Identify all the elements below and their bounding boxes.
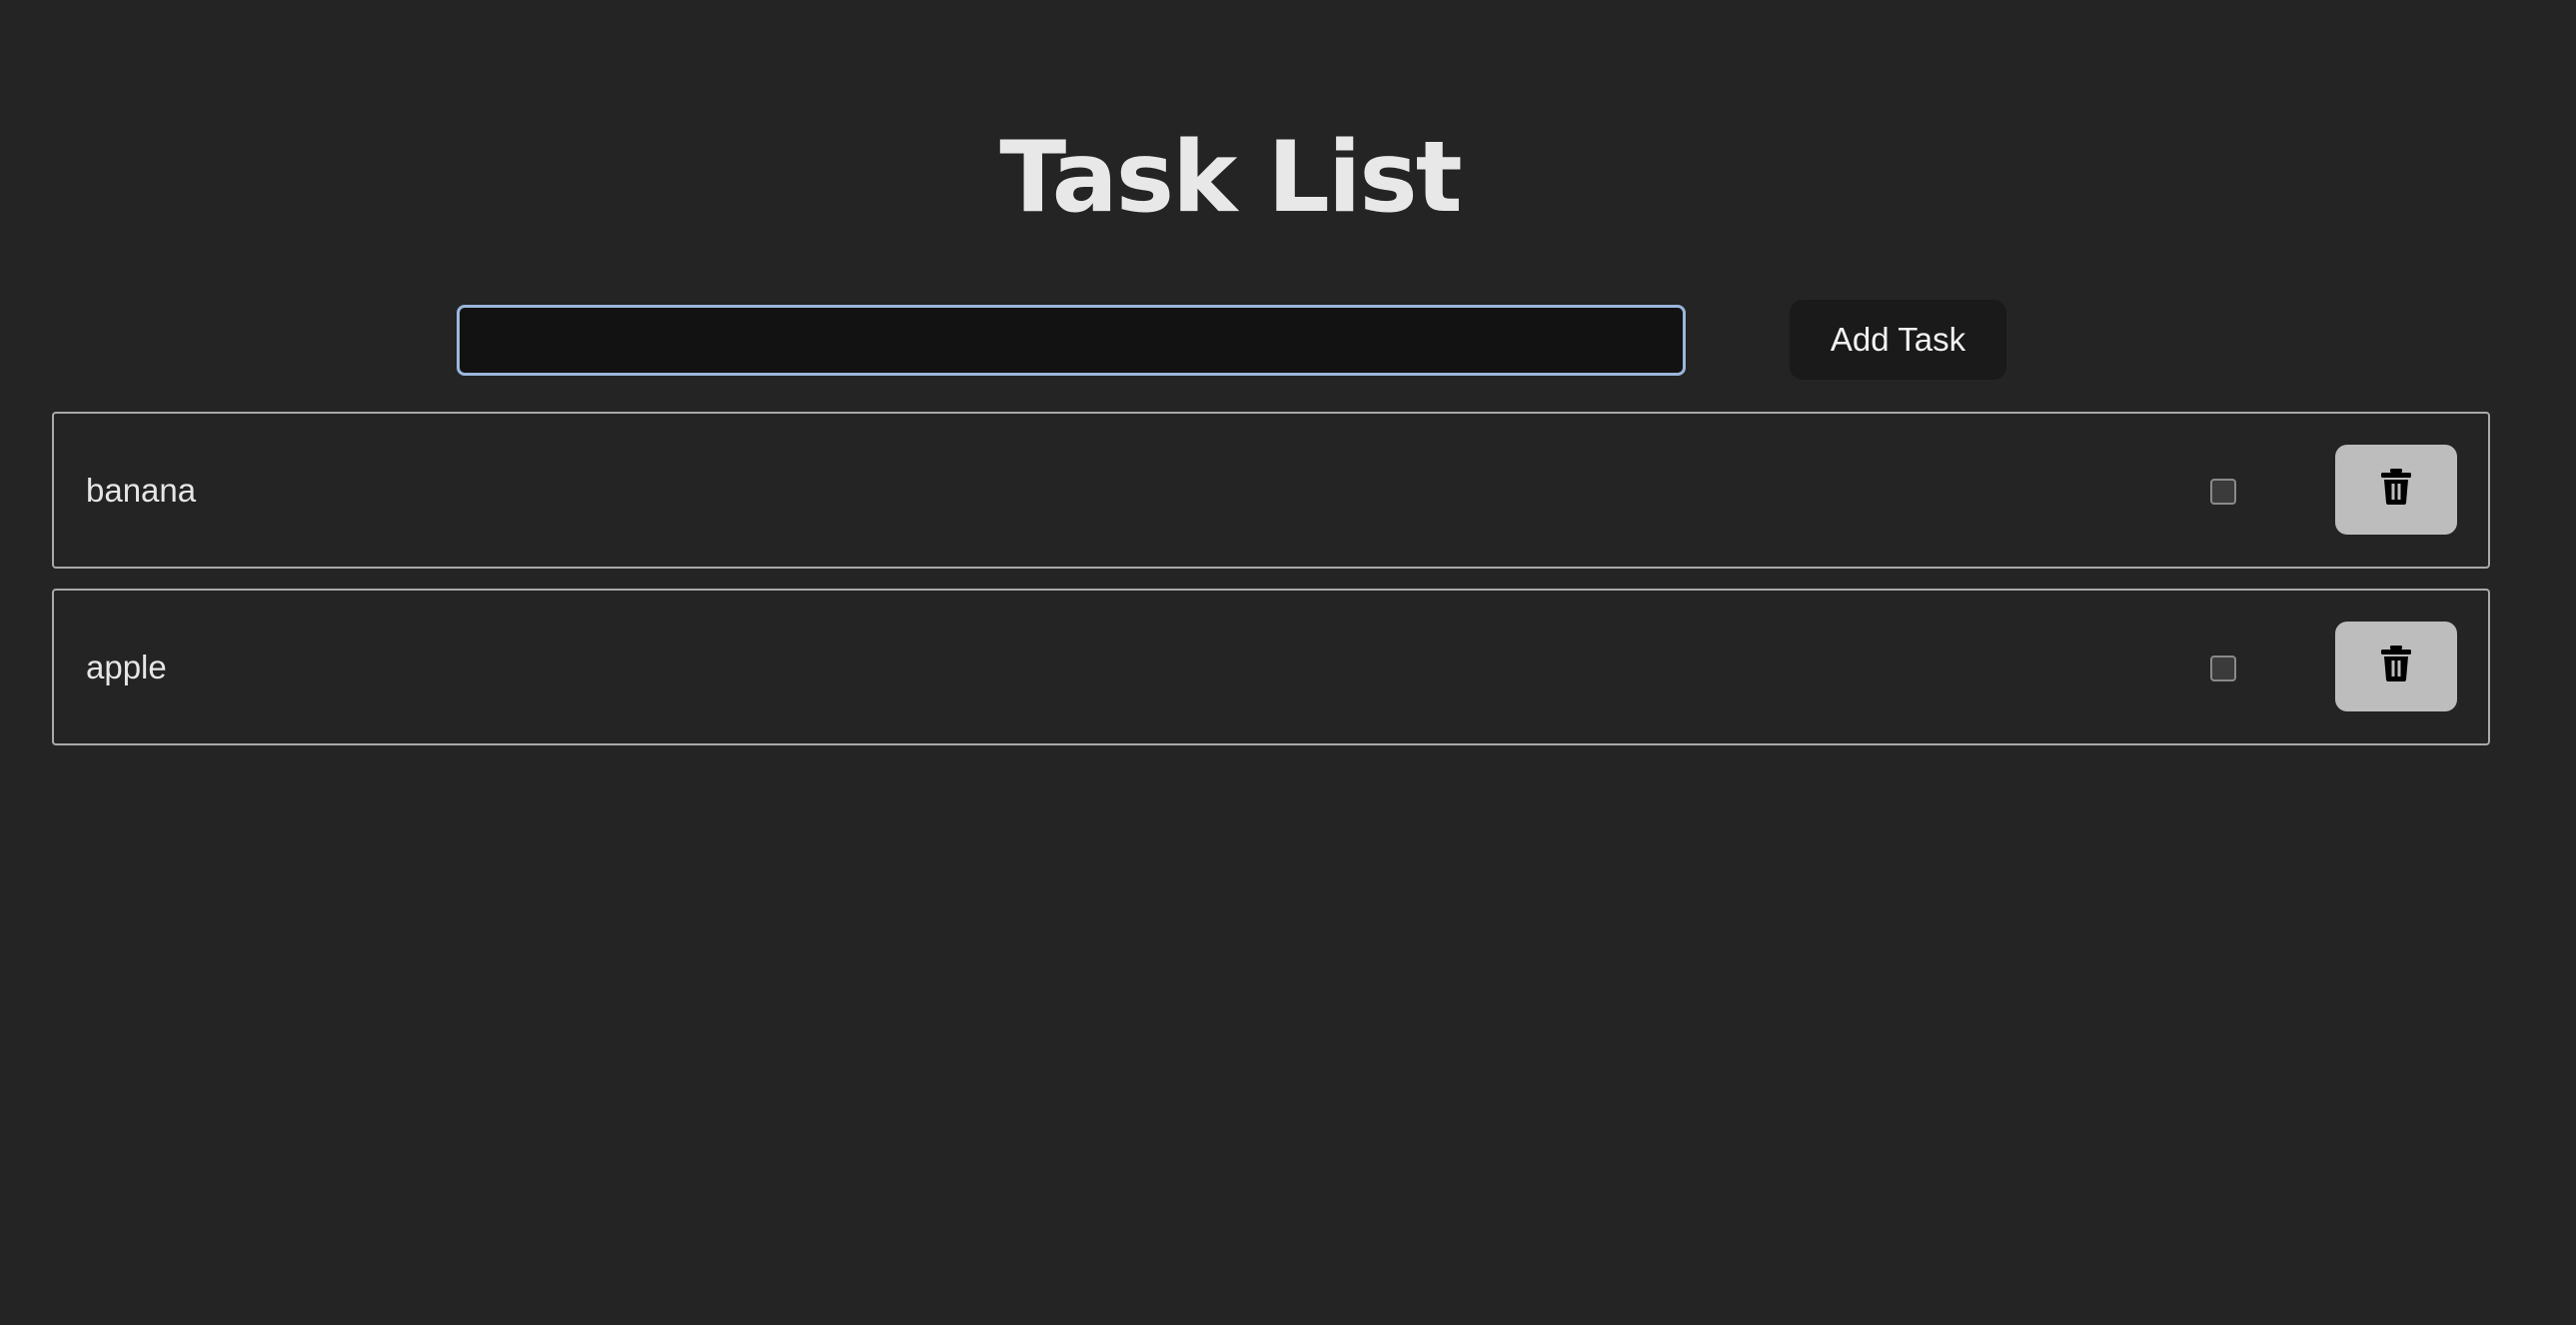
task-text: banana — [86, 472, 197, 509]
delete-task-button[interactable] — [2335, 622, 2457, 711]
task-list: banana apple — [52, 412, 2490, 765]
task-complete-checkbox[interactable] — [2210, 656, 2236, 681]
trash-icon — [2381, 469, 2411, 505]
page-title: Task List — [999, 121, 1462, 235]
new-task-input[interactable] — [457, 305, 1686, 376]
task-item: banana — [52, 412, 2490, 569]
add-task-button[interactable]: Add Task — [1790, 300, 2006, 380]
task-item: apple — [52, 589, 2490, 745]
task-text: apple — [86, 649, 167, 685]
delete-task-button[interactable] — [2335, 445, 2457, 535]
task-complete-checkbox[interactable] — [2210, 479, 2236, 505]
trash-icon — [2381, 646, 2411, 681]
